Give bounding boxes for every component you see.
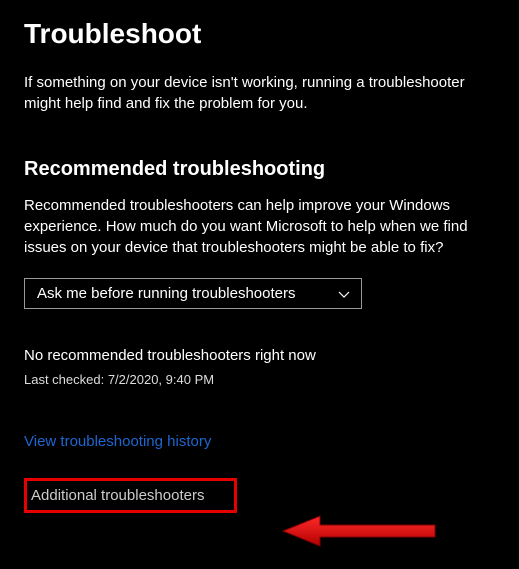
additional-troubleshooters-link[interactable]: Additional troubleshooters: [24, 478, 237, 513]
recommended-heading: Recommended troubleshooting: [24, 158, 495, 181]
view-history-link[interactable]: View troubleshooting history: [24, 433, 211, 450]
annotation-arrow: [280, 513, 440, 558]
page-title: Troubleshoot: [24, 18, 495, 50]
chevron-down-icon: [337, 287, 351, 301]
troubleshooter-preference-dropdown[interactable]: Ask me before running troubleshooters: [24, 278, 362, 309]
dropdown-selected-label: Ask me before running troubleshooters: [37, 285, 295, 302]
recommended-description: Recommended troubleshooters can help imp…: [24, 195, 495, 258]
intro-text: If something on your device isn't workin…: [24, 72, 495, 114]
recommended-status: No recommended troubleshooters right now: [24, 347, 495, 364]
last-checked-text: Last checked: 7/2/2020, 9:40 PM: [24, 372, 495, 387]
